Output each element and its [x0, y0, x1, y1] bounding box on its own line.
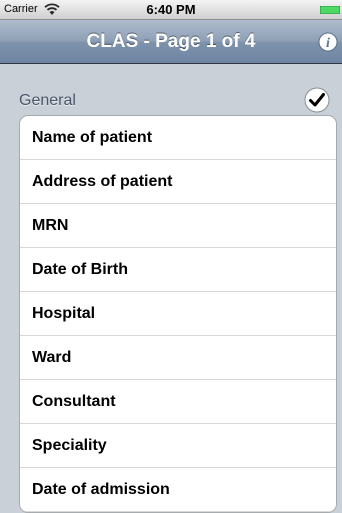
row-label: Hospital: [32, 305, 96, 322]
checkmark-icon[interactable]: [304, 87, 330, 113]
form-table: Name of patient Address of patient MRN D…: [19, 115, 337, 513]
row-label: Date of Birth: [32, 261, 128, 278]
table-row[interactable]: Consultant: [20, 380, 336, 424]
table-row[interactable]: Address of patient: [20, 160, 336, 204]
table-row[interactable]: Date of admission: [20, 468, 336, 512]
navigation-bar: CLAS - Page 1 of 4 i: [0, 20, 342, 64]
row-label: Ward: [32, 349, 72, 366]
row-label: Consultant: [32, 393, 116, 410]
section-header: General: [0, 85, 342, 115]
row-label: Date of admission: [32, 481, 170, 498]
row-label: Speciality: [32, 437, 107, 454]
table-row[interactable]: Hospital: [20, 292, 336, 336]
table-row[interactable]: Name of patient: [20, 116, 336, 160]
section-title: General: [19, 92, 76, 109]
status-bar: Carrier 6:40 PM: [0, 0, 342, 20]
screen: Carrier 6:40 PM CLAS - Page 1 of 4 i Gen…: [0, 0, 342, 513]
info-icon[interactable]: i: [318, 32, 338, 52]
table-row[interactable]: Speciality: [20, 424, 336, 468]
row-label: MRN: [32, 217, 69, 234]
status-time: 6:40 PM: [146, 2, 196, 17]
row-label: Name of patient: [32, 129, 153, 146]
table-row[interactable]: Date of Birth: [20, 248, 336, 292]
page-title: CLAS - Page 1 of 4: [86, 31, 256, 52]
svg-text:i: i: [326, 36, 330, 51]
row-label: Address of patient: [32, 173, 173, 190]
table-row[interactable]: Ward: [20, 336, 336, 380]
table-row[interactable]: MRN: [20, 204, 336, 248]
battery-icon: [320, 6, 340, 14]
